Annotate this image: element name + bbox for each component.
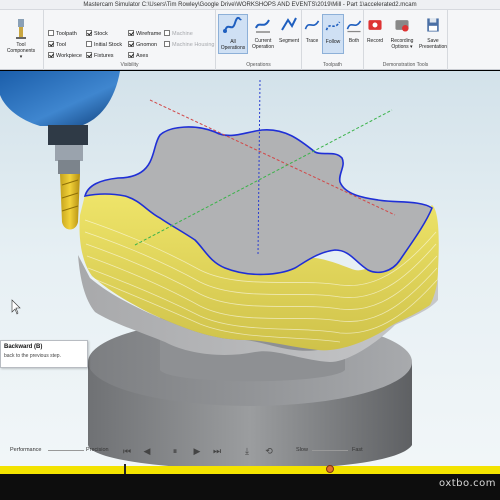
speed-slider-track[interactable] xyxy=(312,450,348,451)
end-button[interactable]: ⏭ xyxy=(210,444,224,458)
segment-icon xyxy=(281,17,297,31)
recording-options-icon xyxy=(395,20,409,32)
demonstration-tools-group-label: Demonstration Tools xyxy=(382,62,429,68)
operations-group-label: Operations xyxy=(246,62,271,68)
all-operations-label: All Operations xyxy=(220,39,246,51)
both-label: Both xyxy=(348,38,360,44)
tooltip-description: back to the previous step. xyxy=(4,353,61,359)
tool-components-label: Tool Components ▾ xyxy=(6,42,36,60)
tool-components-icon xyxy=(16,19,26,39)
skip-end-icon: ⏭ xyxy=(212,446,222,456)
tool-components-button[interactable]: Tool Components ▾ xyxy=(6,18,36,60)
loop-icon: ⟲ xyxy=(265,446,273,456)
play-icon: ⏸ xyxy=(172,446,178,456)
trace-button[interactable]: Trace xyxy=(302,14,322,54)
play-pause-button[interactable]: ⏸ xyxy=(168,444,182,458)
toolpath-group-label: Toolpath xyxy=(323,62,342,68)
step-back-button[interactable]: ⏮ xyxy=(120,444,134,458)
operations-group: All Operations Current Operation Segment… xyxy=(216,10,302,70)
step-back-icon: ⏮ xyxy=(122,446,132,456)
follow-icon xyxy=(325,21,341,31)
save-presentation-label: Save Presentation xyxy=(418,38,448,50)
record-icon xyxy=(368,20,382,30)
follow-button[interactable]: Follow xyxy=(322,14,344,54)
both-icon xyxy=(346,20,362,33)
backward-tooltip: Backward (B) back to the previous step. xyxy=(0,340,88,368)
progress-timeline[interactable] xyxy=(0,464,500,476)
timeline-footer xyxy=(0,474,500,500)
current-operation-icon xyxy=(255,19,270,33)
fast-label: Fast xyxy=(352,447,363,453)
segment-label: Segment xyxy=(278,38,299,44)
step-forward-icon: ▶ xyxy=(193,446,201,456)
workpiece-checkbox[interactable]: Workpiece xyxy=(48,52,82,61)
record-label: Record xyxy=(366,38,384,44)
ribbon: Tool Components ▾ Toolpath Tool Workpiec… xyxy=(0,10,500,70)
spindle-head xyxy=(0,71,120,174)
axes-checkbox[interactable]: Axes xyxy=(128,52,148,61)
performance-slider-track[interactable] xyxy=(48,450,84,451)
machine-housing-checkbox[interactable]: Machine Housing xyxy=(164,41,215,50)
window-title: Mastercam Simulator C:\Users\Tim Rowley\… xyxy=(83,2,417,8)
performance-label: Performance xyxy=(10,447,42,453)
fixtures-checkbox[interactable]: Fixtures xyxy=(86,52,114,61)
mouse-cursor xyxy=(11,299,21,315)
tool-components-group: Tool Components ▾ xyxy=(0,10,44,70)
end-mill-tool xyxy=(60,174,80,230)
gnomon-checkbox[interactable]: Gnomon xyxy=(128,41,157,50)
visibility-group: Toolpath Tool Workpiece Stock Initial St… xyxy=(44,10,216,70)
initial-stock-checkbox[interactable]: Initial Stock xyxy=(86,41,122,50)
save-presentation-button[interactable]: Save Presentation xyxy=(418,14,448,54)
watermark: oxtbo.com xyxy=(439,478,496,489)
tooltip-title: Backward (B) xyxy=(4,344,43,350)
timeline-playhead[interactable] xyxy=(326,465,334,473)
both-button[interactable]: Both xyxy=(344,14,364,54)
recording-options-label: Recording Options ▾ xyxy=(390,38,414,50)
rewind-icon: ◀ xyxy=(143,446,151,456)
machine-checkbox[interactable]: Machine xyxy=(164,30,193,39)
segment-button[interactable]: Segment xyxy=(274,14,304,54)
recording-options-button[interactable]: Recording Options ▾ xyxy=(386,14,418,54)
follow-label: Follow xyxy=(325,39,341,45)
all-operations-button[interactable]: All Operations xyxy=(218,14,248,54)
demonstration-tools-group: Record Recording Options ▾ Save Presenta… xyxy=(364,10,448,70)
precision-label: Precision xyxy=(86,447,109,453)
toolpath-group: Trace Follow Both Toolpath xyxy=(302,10,364,70)
record-button[interactable]: Record xyxy=(364,14,386,54)
all-operations-icon xyxy=(223,16,242,33)
playback-bar: Performance Precision ⏮ ◀ ⏸ ▶ ⏭ ⤓ ⟲ Slow… xyxy=(0,440,500,462)
toolpath-checkbox[interactable]: Toolpath xyxy=(48,30,77,39)
simulation-scene xyxy=(0,71,439,470)
step-forward-button[interactable]: ▶ xyxy=(190,444,204,458)
snapshot-button[interactable]: ⤓ xyxy=(240,444,254,458)
rewind-button[interactable]: ◀ xyxy=(140,444,154,458)
visibility-group-label: Visibility xyxy=(120,62,139,68)
snapshot-icon: ⤓ xyxy=(245,446,249,456)
title-bar: Mastercam Simulator C:\Users\Tim Rowley\… xyxy=(0,0,500,10)
loop-button[interactable]: ⟲ xyxy=(262,444,276,458)
slow-label: Slow xyxy=(296,447,308,453)
wireframe-checkbox[interactable]: Wireframe xyxy=(128,30,161,39)
trace-label: Trace xyxy=(305,38,319,44)
simulation-viewport[interactable]: Backward (B) back to the previous step. xyxy=(0,71,500,500)
stock-checkbox[interactable]: Stock xyxy=(86,30,108,39)
current-operation-label: Current Operation xyxy=(252,38,274,50)
save-presentation-icon xyxy=(427,18,439,32)
trace-icon xyxy=(304,20,320,30)
tool-checkbox[interactable]: Tool xyxy=(48,41,66,50)
